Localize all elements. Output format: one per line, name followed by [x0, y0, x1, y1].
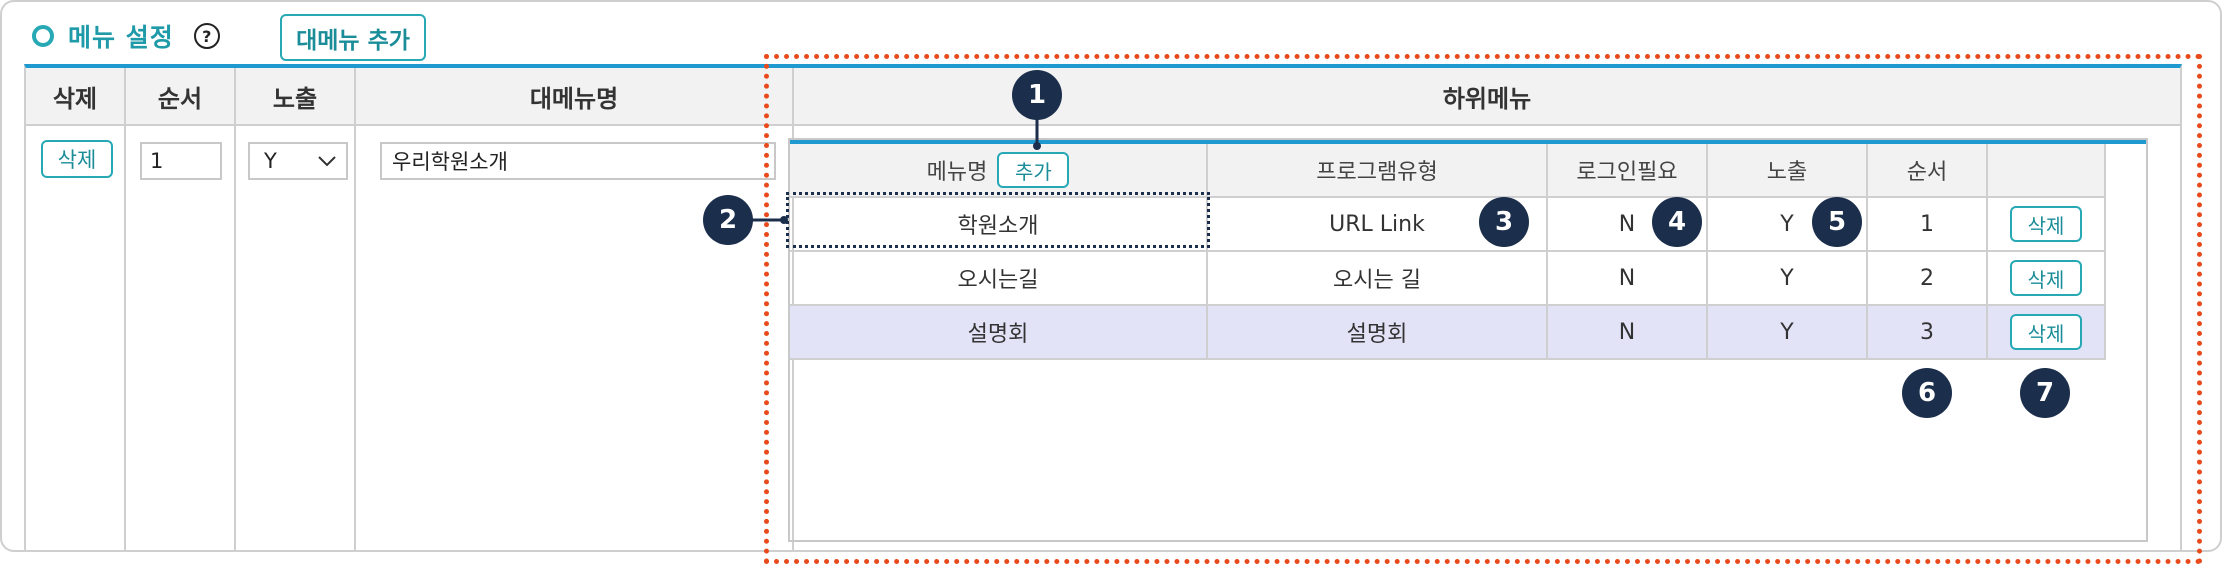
callout-badge-7: 7 [2020, 368, 2070, 418]
callout-badge-4: 4 [1652, 197, 1702, 247]
callout-connectors [752, 118, 1041, 224]
callout-badge-2: 2 [703, 195, 753, 245]
callout-badge-5: 5 [1812, 197, 1862, 247]
callout-badge-3: 3 [1479, 197, 1529, 247]
callout-badge-1: 1 [1012, 70, 1062, 120]
callout-1-dot [1033, 142, 1041, 150]
callout-badge-6: 6 [1902, 368, 1952, 418]
callout-2-dot [780, 216, 788, 224]
